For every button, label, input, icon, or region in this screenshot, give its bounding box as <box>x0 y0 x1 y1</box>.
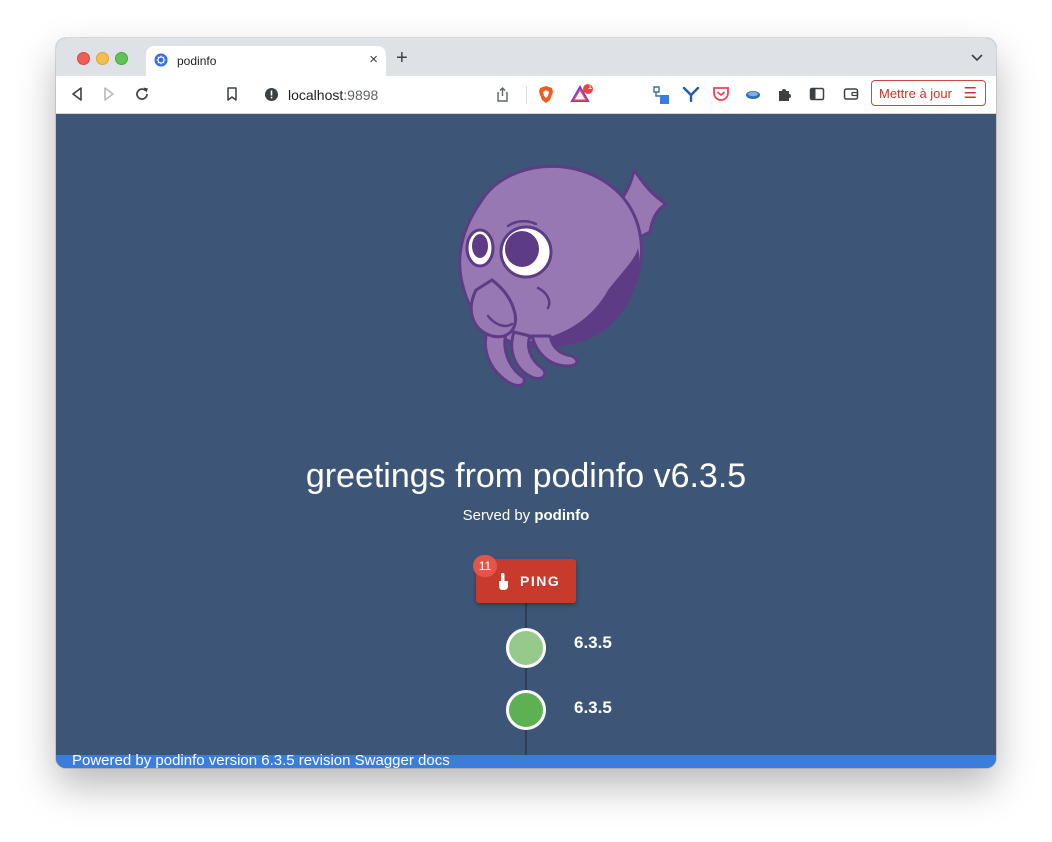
kubernetes-favicon-icon <box>154 53 168 67</box>
footer-text: Powered by podinfo version 6.3.5 revisio… <box>72 752 450 768</box>
share-icon[interactable] <box>494 86 511 103</box>
chevron-down-icon[interactable] <box>970 50 984 64</box>
url-host: localhost <box>288 87 344 103</box>
extension-icon[interactable] <box>682 85 700 103</box>
bookmark-icon[interactable] <box>223 85 241 103</box>
update-browser-button[interactable]: Mettre à jour ☰ <box>871 80 986 106</box>
timeline-dot <box>506 690 546 730</box>
timeline-version-label: 6.3.5 <box>574 698 612 717</box>
browser-toolbar: localhost:9898 1 Mettre à jour ☰ <box>56 76 996 114</box>
update-button-label: Mettre à jour <box>879 86 952 101</box>
close-window-button[interactable] <box>77 52 90 65</box>
minimize-window-button[interactable] <box>96 52 109 65</box>
tab-close-button[interactable]: × <box>369 51 378 69</box>
address-bar-separator <box>526 86 527 104</box>
extension-icon[interactable] <box>650 84 670 106</box>
timeline-item <box>506 628 546 668</box>
url-port: :9898 <box>343 87 379 103</box>
extensions-puzzle-icon[interactable] <box>776 85 794 103</box>
back-icon[interactable] <box>68 85 86 103</box>
forward-icon[interactable] <box>100 85 118 103</box>
page-content: greetings from podinfo v6.3.5 Served by … <box>56 114 996 768</box>
greeting-heading: greetings from podinfo v6.3.5 <box>305 457 747 495</box>
tab-bar: podinfo × + <box>56 38 996 76</box>
timeline-version-label: 6.3.5 <box>574 633 612 652</box>
wallet-icon[interactable] <box>842 85 860 103</box>
rewards-badge-count: 1 <box>587 82 593 91</box>
site-info-icon[interactable] <box>264 87 279 102</box>
served-by-prefix: Served by <box>462 507 535 524</box>
cuttlefish-mascot-image <box>458 164 668 387</box>
timeline-item <box>506 690 546 730</box>
timeline-dot <box>506 628 546 668</box>
address-bar[interactable]: localhost:9898 1 <box>254 81 597 108</box>
served-by-text: Served by podinfo <box>56 507 996 524</box>
sidebar-icon[interactable] <box>808 85 826 103</box>
menu-icon: ☰ <box>963 85 977 102</box>
served-by-name: podinfo <box>534 507 590 524</box>
tab-podinfo[interactable]: podinfo × <box>146 46 386 76</box>
ping-label: PING <box>520 573 561 589</box>
zoom-window-button[interactable] <box>115 52 128 65</box>
ping-count-badge: 11 <box>473 555 497 577</box>
reload-icon[interactable] <box>133 85 151 103</box>
url-text[interactable]: localhost:9898 <box>288 87 378 103</box>
touch-app-icon <box>499 573 508 590</box>
brave-shields-icon[interactable] <box>537 85 555 104</box>
extension-icon[interactable] <box>744 85 762 103</box>
new-tab-button[interactable]: + <box>396 48 408 68</box>
pocket-icon[interactable] <box>712 85 730 103</box>
browser-window: podinfo × + localhost:9898 1 Mettre à jo… <box>56 38 996 768</box>
tab-title: podinfo <box>177 54 217 68</box>
